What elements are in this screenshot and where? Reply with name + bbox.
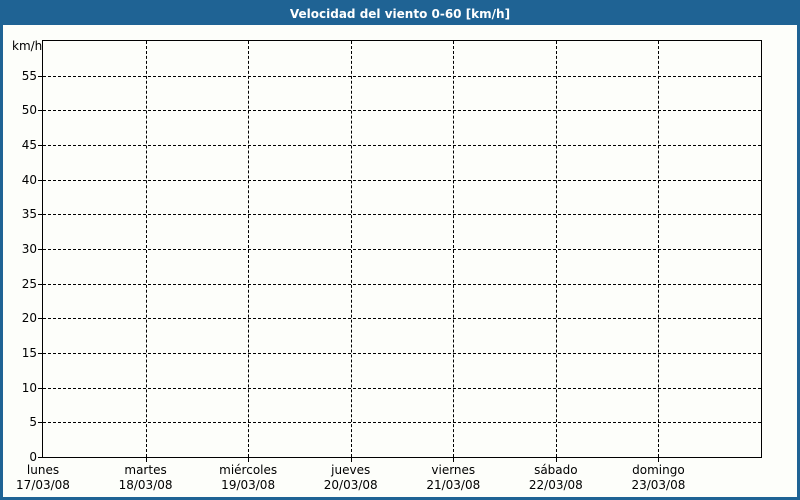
title-bar: Velocidad del viento 0-60 [km/h]: [3, 3, 797, 25]
day-date: 18/03/08: [118, 478, 173, 492]
y-tick-label: 30: [21, 242, 37, 256]
x-tick-mark: [453, 458, 455, 462]
y-tick-label: 10: [21, 380, 37, 395]
gridline-vertical: [350, 41, 352, 457]
wind-speed-widget: Velocidad del viento 0-60 [km/h] km/h 05…: [0, 0, 800, 500]
y-tick-label: 25: [21, 276, 37, 291]
x-tick-mark: [145, 458, 147, 462]
gridline-vertical: [248, 41, 250, 457]
x-day-label: sábado 22/03/08: [529, 463, 583, 493]
y-tick-label: 55: [21, 68, 37, 83]
y-tick-mark: [38, 457, 42, 458]
gridline-vertical: [555, 41, 557, 457]
gridline-horizontal: [43, 422, 761, 424]
x-tick-mark: [555, 458, 557, 462]
y-tick-label: 45: [21, 138, 37, 152]
y-tick-label: 40: [21, 172, 37, 187]
day-date: 19/03/08: [221, 478, 276, 492]
y-tick-label: 15: [21, 346, 37, 360]
y-tick-mark: [38, 249, 42, 250]
x-day-label: domingo 23/03/08: [631, 463, 685, 493]
day-date: 17/03/08: [16, 478, 70, 492]
day-date: 23/03/08: [631, 478, 686, 492]
chart-title: Velocidad del viento 0-60 [km/h]: [289, 7, 511, 21]
gridline-horizontal: [43, 110, 761, 112]
y-tick-label: 5: [29, 415, 37, 430]
gridline-vertical: [453, 41, 455, 457]
x-day-label: viernes 21/03/08: [426, 463, 480, 493]
y-tick-label: 20: [21, 311, 37, 326]
y-tick-mark: [38, 283, 42, 285]
x-tick-mark: [350, 458, 352, 462]
x-day-label: jueves 20/03/08: [324, 463, 378, 493]
y-tick-mark: [38, 422, 42, 424]
day-date: 22/03/08: [528, 478, 583, 492]
gridline-horizontal: [43, 145, 761, 146]
day-name: miércoles: [219, 463, 278, 477]
y-tick-mark: [38, 75, 42, 77]
day-name: martes: [124, 463, 167, 477]
y-tick-mark: [38, 110, 42, 112]
gridline-horizontal: [43, 387, 761, 389]
day-name: domingo: [632, 463, 685, 477]
gridline-horizontal: [43, 353, 761, 354]
gridline-vertical: [145, 41, 147, 457]
gridline-vertical: [658, 41, 660, 457]
x-day-label: lunes 17/03/08: [16, 463, 70, 493]
gridline-horizontal: [43, 214, 761, 216]
gridline-horizontal: [43, 75, 761, 77]
y-tick-mark: [38, 145, 42, 146]
gridline-horizontal: [43, 179, 761, 181]
x-day-label: miércoles 19/03/08: [219, 463, 277, 493]
y-tick-label: 35: [21, 207, 37, 222]
day-name: lunes: [26, 463, 60, 477]
x-tick-mark: [248, 458, 250, 462]
y-tick-mark: [38, 387, 42, 389]
plot-area: [42, 40, 762, 458]
gridline-horizontal: [43, 249, 761, 250]
gridline-horizontal: [43, 283, 761, 285]
gridline-horizontal: [43, 318, 761, 320]
day-date: 20/03/08: [323, 478, 378, 492]
y-axis-unit-label: km/h: [12, 39, 43, 53]
x-tick-mark: [658, 458, 660, 462]
y-tick-mark: [38, 318, 42, 320]
y-tick-mark: [38, 179, 42, 181]
day-name: jueves: [331, 463, 371, 477]
day-name: sábado: [534, 463, 578, 477]
day-name: viernes: [431, 463, 476, 477]
day-date: 21/03/08: [426, 478, 481, 492]
y-tick-mark: [38, 214, 42, 216]
y-tick-label: 50: [21, 103, 37, 118]
x-day-label: martes 18/03/08: [119, 463, 173, 493]
y-tick-mark: [38, 353, 42, 354]
